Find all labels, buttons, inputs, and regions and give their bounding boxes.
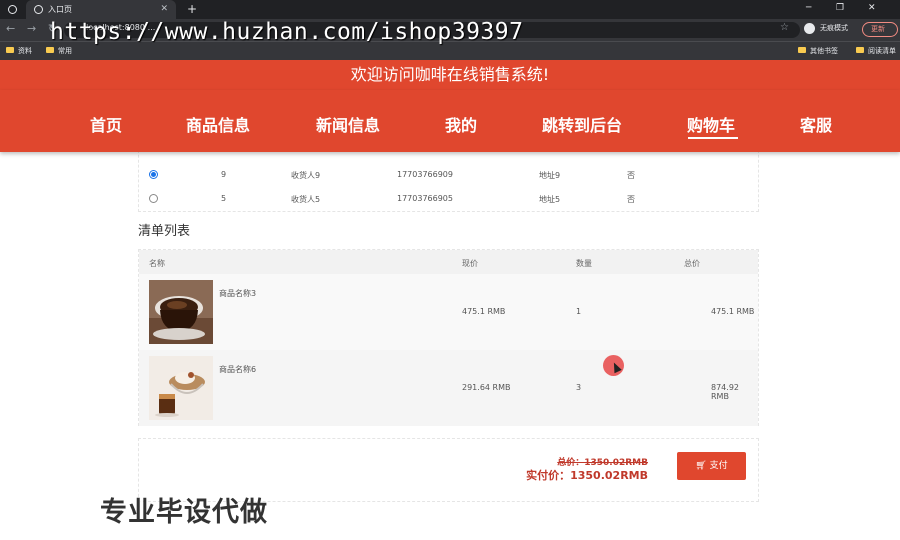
top-watermark: https://www.huzhan.com/ishop39397 bbox=[50, 19, 524, 45]
address-radio[interactable] bbox=[149, 194, 158, 203]
nav-mine[interactable]: 我的 bbox=[445, 112, 477, 136]
header-qty: 数量 bbox=[576, 259, 592, 268]
pay-total: 实付价：1350.02RMB bbox=[526, 469, 648, 482]
address-row[interactable]: 5 收货人5 17703766905 地址5 否 bbox=[139, 186, 758, 210]
cart-row: 商品名称3 475.1 RMB 1 475.1 RMB bbox=[139, 274, 758, 350]
nav-admin[interactable]: 跳转到后台 bbox=[542, 112, 622, 136]
address-row[interactable]: 9 收货人9 17703766909 地址9 否 bbox=[139, 162, 758, 186]
address-addr: 地址5 bbox=[539, 195, 561, 204]
address-default: 否 bbox=[627, 195, 635, 204]
tab-title: 入口页 bbox=[48, 5, 72, 14]
nav-active-indicator bbox=[688, 137, 738, 139]
pay-button[interactable]: 🛒︎ 支付 bbox=[677, 452, 746, 480]
address-radio[interactable] bbox=[149, 170, 158, 179]
product-name: 商品名称3 bbox=[219, 289, 257, 298]
address-phone: 17703766905 bbox=[397, 194, 453, 203]
new-tab-icon[interactable]: + bbox=[187, 0, 197, 19]
nav-products[interactable]: 商品信息 bbox=[186, 112, 250, 136]
bookmark-star-icon[interactable]: ☆ bbox=[780, 22, 789, 33]
cart-table-header: 名称 现价 数量 总价 bbox=[139, 250, 758, 274]
address-id: 9 bbox=[221, 170, 227, 179]
incognito-label: 无痕模式 bbox=[820, 24, 848, 32]
address-addr: 地址9 bbox=[539, 171, 561, 180]
cart-table: 名称 现价 数量 总价 商品名称3 475.1 RMB 1 475.1 RMB bbox=[138, 249, 759, 426]
product-qty: 3 bbox=[576, 383, 582, 392]
product-name: 商品名称6 bbox=[219, 365, 257, 374]
browser-tab-strip: 入口页 ✕ + ─ ❐ ✕ bbox=[0, 0, 900, 19]
back-icon[interactable]: ← bbox=[6, 22, 15, 35]
header-name: 名称 bbox=[149, 259, 165, 268]
minimize-icon[interactable]: ─ bbox=[806, 0, 811, 16]
header-total: 总价 bbox=[684, 259, 700, 268]
cart-section-title: 清单列表 bbox=[138, 224, 191, 239]
address-name: 收货人9 bbox=[291, 171, 321, 180]
browser-tab[interactable]: 入口页 ✕ bbox=[26, 0, 176, 19]
pay-button-label: 支付 bbox=[709, 461, 728, 471]
product-image-coffee[interactable] bbox=[149, 280, 213, 344]
product-image-coffee[interactable] bbox=[149, 356, 213, 420]
address-id: 5 bbox=[221, 194, 227, 203]
product-qty: 1 bbox=[576, 307, 582, 316]
nav-service[interactable]: 客服 bbox=[800, 112, 832, 136]
product-price: 475.1 RMB bbox=[462, 307, 506, 316]
forward-icon[interactable]: → bbox=[27, 22, 36, 35]
update-button[interactable]: 更新 bbox=[862, 22, 898, 37]
nav-home[interactable]: 首页 bbox=[90, 112, 122, 136]
browser-menu-icon[interactable] bbox=[8, 5, 17, 14]
welcome-text: 欢迎访问咖啡在线销售系统! bbox=[350, 65, 550, 84]
header-price: 现价 bbox=[462, 259, 478, 268]
product-price: 291.64 RMB bbox=[462, 383, 511, 392]
bookmark-folder[interactable]: 常用 bbox=[46, 46, 72, 56]
nav-cart[interactable]: 购物车 bbox=[687, 112, 735, 136]
welcome-banner: 欢迎访问咖啡在线销售系统! bbox=[0, 60, 900, 90]
bookmark-folder[interactable]: 资料 bbox=[6, 46, 32, 56]
address-phone: 17703766909 bbox=[397, 170, 453, 179]
cart-icon: 🛒︎ bbox=[695, 461, 710, 471]
product-total: 874.92 RMB bbox=[711, 383, 739, 401]
address-name: 收货人5 bbox=[291, 195, 321, 204]
product-total: 475.1 RMB bbox=[711, 307, 755, 316]
tab-close-icon[interactable]: ✕ bbox=[160, 0, 168, 19]
incognito-icon bbox=[804, 23, 815, 34]
main-nav: 首页 商品信息 新闻信息 我的 跳转到后台 购物车 客服 bbox=[0, 90, 900, 152]
bottom-watermark: 专业毕设代做 bbox=[100, 497, 268, 528]
globe-icon bbox=[34, 5, 43, 14]
address-default: 否 bbox=[627, 171, 635, 180]
close-window-icon[interactable]: ✕ bbox=[868, 0, 876, 16]
restore-icon[interactable]: ❐ bbox=[836, 0, 844, 16]
bookmark-folder[interactable]: 其他书签 bbox=[798, 46, 838, 56]
reading-list[interactable]: 阅读清单 bbox=[856, 46, 896, 56]
nav-news[interactable]: 新闻信息 bbox=[316, 112, 380, 136]
cart-row: 商品名称6 291.64 RMB 3 874.92 RMB bbox=[139, 350, 758, 426]
